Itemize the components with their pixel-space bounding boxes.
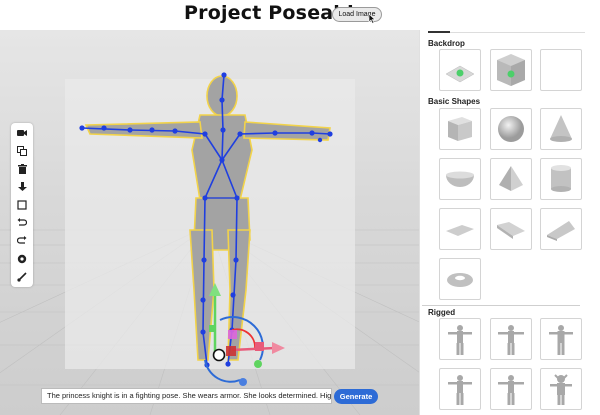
cone-thumb[interactable] bbox=[540, 108, 582, 150]
backdrop-flat-thumb[interactable] bbox=[439, 49, 481, 91]
section-backdrop-title: Backdrop bbox=[428, 39, 465, 48]
trash-icon[interactable] bbox=[14, 161, 30, 177]
rig-6-thumb[interactable] bbox=[540, 368, 582, 410]
section-rigged-title: Rigged bbox=[428, 308, 456, 317]
generate-button[interactable]: Generate bbox=[334, 389, 378, 404]
rig-4-thumb[interactable] bbox=[439, 368, 481, 410]
redo-icon[interactable] bbox=[14, 233, 30, 249]
ramp-thumb[interactable] bbox=[490, 208, 532, 250]
duplicate-icon[interactable] bbox=[14, 143, 30, 159]
undo-icon[interactable] bbox=[14, 215, 30, 231]
wedge-thumb[interactable] bbox=[540, 208, 582, 250]
section-basic-shapes-title: Basic Shapes bbox=[428, 97, 481, 106]
bowl-thumb[interactable] bbox=[439, 158, 481, 200]
cylinder-thumb[interactable] bbox=[540, 158, 582, 200]
backdrop-corner-thumb[interactable] bbox=[490, 49, 532, 91]
camera-icon[interactable] bbox=[14, 125, 30, 141]
sphere-thumb[interactable] bbox=[490, 108, 532, 150]
backdrop-empty-thumb[interactable] bbox=[540, 49, 582, 91]
panel-tab-indicator bbox=[428, 31, 450, 33]
pyramid-thumb[interactable] bbox=[490, 158, 532, 200]
rig-2-thumb[interactable] bbox=[490, 318, 532, 360]
rig-5-thumb[interactable] bbox=[490, 368, 532, 410]
record-icon[interactable] bbox=[14, 251, 30, 267]
section-divider bbox=[422, 305, 580, 306]
mouse-cursor-icon bbox=[368, 14, 376, 24]
rig-3-thumb[interactable] bbox=[540, 318, 582, 360]
viewport-toolbar bbox=[11, 123, 33, 287]
square-icon[interactable] bbox=[14, 197, 30, 213]
3d-viewport[interactable] bbox=[0, 30, 419, 415]
rig-1-thumb[interactable] bbox=[439, 318, 481, 360]
brush-icon[interactable] bbox=[14, 269, 30, 285]
asset-panel: Backdrop Basic Shapes Rigged bbox=[419, 30, 600, 415]
panel-top-divider bbox=[450, 32, 585, 33]
plane-thumb[interactable] bbox=[439, 208, 481, 250]
scene-canvas[interactable] bbox=[0, 30, 419, 415]
prompt-input[interactable]: The princess knight is in a fighting pos… bbox=[41, 388, 332, 404]
torus-thumb[interactable] bbox=[439, 258, 481, 300]
cube-thumb[interactable] bbox=[439, 108, 481, 150]
header: Project Poseable Load Image bbox=[0, 0, 600, 30]
download-icon[interactable] bbox=[14, 179, 30, 195]
